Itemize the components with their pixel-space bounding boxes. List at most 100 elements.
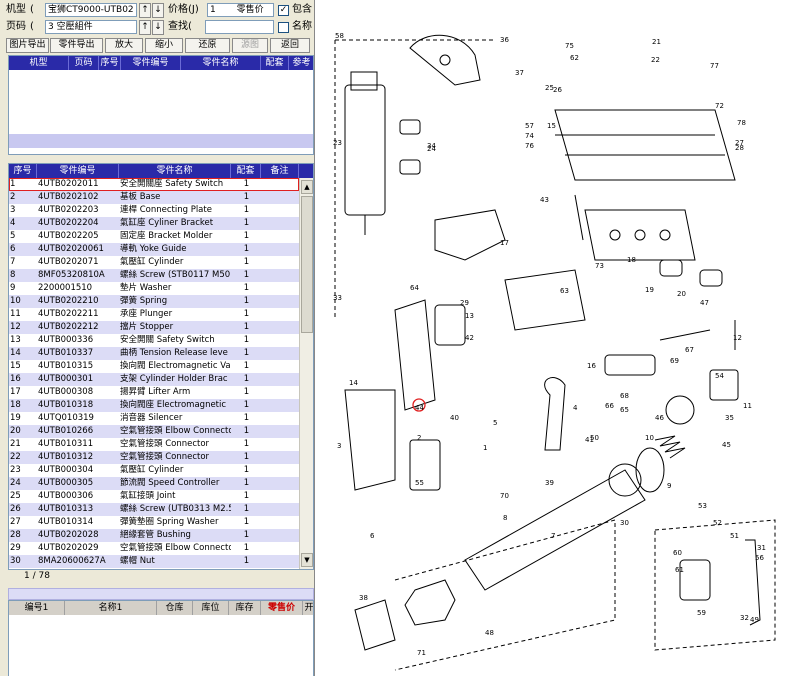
name-checkbox[interactable] xyxy=(278,22,289,33)
callout-label: 55 xyxy=(415,479,424,487)
cell-seq: 21 xyxy=(10,439,21,449)
table-row[interactable]: 27 4UTB010314 彈簧墊圈 Spring Washer 1 xyxy=(9,516,299,529)
page-up-button[interactable]: ↑ xyxy=(139,20,151,35)
col-part-name: 零件名称 xyxy=(181,56,261,70)
callout-label: 18 xyxy=(627,256,636,264)
col-part-no: 零件编号 xyxy=(37,164,119,178)
scroll-thumb[interactable] xyxy=(301,196,313,333)
source-image-button[interactable]: 源图 xyxy=(232,38,268,53)
callout-label: 8 xyxy=(503,514,507,522)
table-row[interactable]: 23 4UTB000304 氣壓缸 Cylinder 1 xyxy=(9,464,299,477)
scroll-down-icon[interactable]: ▼ xyxy=(301,553,313,567)
callout-label: 30 xyxy=(620,519,629,527)
table-row[interactable]: 11 4UTB0202211 承座 Plunger 1 xyxy=(9,308,299,321)
cell-qty: 1 xyxy=(243,231,250,241)
cell-part-no: 4UTB0202211 xyxy=(38,309,99,319)
pagination-bar: 1 / 78 xyxy=(8,570,314,584)
page-down-button[interactable]: ↓ xyxy=(152,20,164,35)
callout-label: 23 xyxy=(333,139,342,147)
cell-part-no: 4UTB010311 xyxy=(38,439,94,449)
diagram-svg: 123456 78910111213141516171819 20212223242… xyxy=(333,32,776,671)
scroll-up-icon[interactable]: ▲ xyxy=(301,180,313,194)
table-row[interactable]: 6 4UTB02020061 導軌 Yoke Guide 1 xyxy=(9,243,299,256)
table-row[interactable]: 21 4UTB010311 空氣管接頭 Connector 1 xyxy=(9,438,299,451)
table-row[interactable]: 2 4UTB0202102 基板 Base 1 xyxy=(9,191,299,204)
table-row[interactable]: 29 4UTB0202029 空氣管接頭 Elbow Connecto 1 xyxy=(9,542,299,555)
cell-part-name: 螺絲 Screw (UTB0313 M2.50 xyxy=(120,504,231,514)
model-up-button[interactable]: ↑ xyxy=(139,3,151,18)
table-row[interactable]: 7 4UTB0202071 氣壓缸 Cylinder 1 xyxy=(9,256,299,269)
cell-seq: 23 xyxy=(10,465,21,475)
model-select[interactable]: 宝狮CT9000-UTB02 xyxy=(45,3,137,17)
cell-qty: 1 xyxy=(243,218,250,228)
table-row[interactable]: 20 4UTB010266 空氣管接頭 Elbow Connecto 1 xyxy=(9,425,299,438)
page-label: 页码 xyxy=(6,21,26,32)
callout-label: 31 xyxy=(757,544,766,552)
table-row[interactable]: 30 8MA20600627A 螺帽 Nut 1 xyxy=(9,555,299,568)
callout-label: 66 xyxy=(605,402,614,410)
table-row[interactable]: 4 4UTB0202204 氣缸座 Cyliner Bracket 1 xyxy=(9,217,299,230)
callout-label: 39 xyxy=(545,479,554,487)
cell-part-name: 螺絲 Screw (STB0117 M50.8 xyxy=(120,270,231,280)
back-button[interactable]: 返回 xyxy=(270,38,310,53)
col-retail-price: 零售价 xyxy=(261,601,303,615)
cell-qty: 1 xyxy=(243,361,250,371)
page-select[interactable]: 3 空壓組件 xyxy=(45,20,137,34)
callout-label: 49 xyxy=(750,616,759,624)
table-row[interactable]: 18 4UTB010318 換向閥座 Electromagnetic 1 xyxy=(9,399,299,412)
callout-label: 38 xyxy=(359,594,368,602)
cell-seq: 13 xyxy=(10,335,21,345)
table-row[interactable]: 13 4UTB000336 安全開關 Safety Switch 1 xyxy=(9,334,299,347)
cell-part-no: 4UTB0202011 xyxy=(38,179,99,189)
table-row[interactable]: 17 4UTB000308 揚昇臂 Lifter Arm 1 xyxy=(9,386,299,399)
cell-qty: 1 xyxy=(243,387,250,397)
cell-seq: 17 xyxy=(10,387,21,397)
exploded-diagram[interactable]: 1 2 3 4 5 6 7 8 9 10 11 12 13 14 15 16 17 18 19 20 21 22 23 24 2… xyxy=(314,0,800,676)
find-label: 查找( xyxy=(168,21,192,32)
callout-label: 35 xyxy=(725,414,734,422)
price-select[interactable]: 1 零售价 xyxy=(207,3,274,17)
cell-qty: 1 xyxy=(243,465,250,475)
table-row[interactable]: 25 4UTB000306 氣缸接頭 Joint 1 xyxy=(9,490,299,503)
cell-seq: 27 xyxy=(10,517,21,527)
hscroll[interactable] xyxy=(8,588,314,600)
include-checkbox[interactable]: ✓ xyxy=(278,5,289,16)
table-row[interactable]: 12 4UTB0202212 擋片 Stopper 1 xyxy=(9,321,299,334)
table-row[interactable]: 9 2200001510 墊片 Washer 1 xyxy=(9,282,299,295)
col-qty: 配套 xyxy=(261,56,289,70)
table-row[interactable]: 22 4UTB010312 空氣管接頭 Connector 1 xyxy=(9,451,299,464)
table-row[interactable]: 8 8MF05320810A 螺絲 Screw (STB0117 M50.8 1 xyxy=(9,269,299,282)
export-image-button[interactable]: 图片导出 xyxy=(6,38,49,53)
table-row[interactable]: 28 4UTB0202028 絕緣套管 Bushing 1 xyxy=(9,529,299,542)
cell-qty: 1 xyxy=(243,543,250,553)
callout-label: 61 xyxy=(675,566,684,574)
table-row[interactable]: 3 4UTB0202203 連桿 Connecting Plate 1 xyxy=(9,204,299,217)
cell-qty: 1 xyxy=(243,478,250,488)
table-row[interactable]: 14 4UTB010337 曲柄 Tension Release leve 1 xyxy=(9,347,299,360)
callout-label: 50 xyxy=(590,434,599,442)
find-input[interactable] xyxy=(205,20,274,34)
table-row[interactable]: 26 4UTB010313 螺絲 Screw (UTB0313 M2.50 1 xyxy=(9,503,299,516)
callout-label: 42 xyxy=(465,334,474,342)
table-row[interactable]: 15 4UTB010315 換向閥 Electromagnetic Va 1 xyxy=(9,360,299,373)
restore-button[interactable]: 还原 xyxy=(185,38,230,53)
callout-label: 51 xyxy=(730,532,739,540)
table-row[interactable]: 10 4UTB0202210 彈簧 Spring 1 xyxy=(9,295,299,308)
callout-label: 16 xyxy=(587,362,596,370)
model-down-button[interactable]: ↓ xyxy=(152,3,164,18)
table-row[interactable]: 5 4UTB0202205 固定座 Bracket Molder 1 xyxy=(9,230,299,243)
export-parts-button[interactable]: 零件导出 xyxy=(50,38,103,53)
callout-label: 37 xyxy=(515,69,524,77)
zoom-in-button[interactable]: 放大 xyxy=(105,38,143,53)
table-row[interactable]: 1 4UTB0202011 安全開關座 Safety Switch 1 xyxy=(9,178,299,191)
callout-label: 71 xyxy=(417,649,426,657)
zoom-out-button[interactable]: 缩小 xyxy=(145,38,183,53)
table-row[interactable]: 19 4UTQ010319 消音器 Silencer 1 xyxy=(9,412,299,425)
cell-part-no: 4UTB000306 xyxy=(38,491,94,501)
table-row[interactable]: 24 4UTB000305 節流閥 Speed Controller 1 xyxy=(9,477,299,490)
callout-label: 44 xyxy=(415,404,424,412)
model-table-empty-row xyxy=(9,134,313,148)
parts-scrollbar[interactable]: ▲ ▼ xyxy=(299,178,313,569)
table-row[interactable]: 16 4UTB000301 支架 Cylinder Holder Brac 1 xyxy=(9,373,299,386)
callout-label: 15 xyxy=(547,122,556,130)
